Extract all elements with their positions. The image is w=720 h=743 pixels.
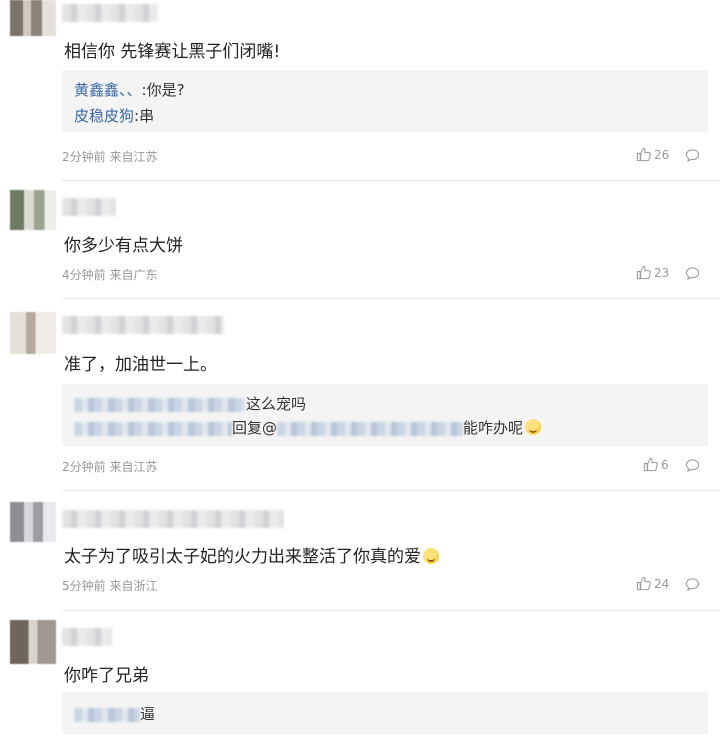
emoji-icon bbox=[423, 548, 439, 564]
divider bbox=[62, 180, 720, 181]
comment-text: 你多少有点大饼 bbox=[64, 236, 183, 256]
reply-line: 皮稳皮狗:串 bbox=[74, 105, 154, 126]
like-button[interactable]: 6 bbox=[643, 457, 669, 472]
reply-text: 逼 bbox=[140, 705, 156, 723]
comment-time: 4分钟前 bbox=[62, 268, 106, 282]
avatar[interactable] bbox=[10, 190, 56, 230]
like-button[interactable]: 26 bbox=[636, 147, 669, 162]
like-count: 23 bbox=[654, 266, 670, 280]
reply-line: 回复@ 能咋办呢 bbox=[74, 417, 542, 438]
mentioned-user-blurred[interactable] bbox=[277, 421, 464, 436]
reply-text: :串 bbox=[134, 107, 155, 125]
reply-line: 这么宠吗 bbox=[74, 393, 306, 414]
avatar[interactable] bbox=[10, 0, 56, 36]
reply-username[interactable]: 皮稳皮狗 bbox=[74, 107, 134, 125]
avatar[interactable] bbox=[10, 502, 56, 542]
like-count: 6 bbox=[661, 458, 669, 472]
username-blurred[interactable] bbox=[62, 510, 284, 528]
reply-line: 黄鑫鑫、、:你是? bbox=[74, 79, 185, 100]
divider bbox=[62, 490, 720, 491]
username-blurred[interactable] bbox=[62, 198, 116, 216]
thumbs-up-icon bbox=[643, 457, 658, 472]
comment-location: 来自广东 bbox=[109, 268, 158, 282]
comment-bubble-icon[interactable] bbox=[685, 577, 700, 592]
emoji-icon bbox=[525, 419, 542, 435]
comment-location: 来自江苏 bbox=[109, 460, 158, 474]
thumbs-up-icon bbox=[636, 147, 651, 162]
reply-box[interactable]: 这么宠吗 回复@ 能咋办呢 bbox=[62, 384, 708, 446]
username-blurred[interactable] bbox=[62, 316, 224, 334]
reply-text: 能咋办呢 bbox=[463, 419, 524, 437]
like-button[interactable]: 24 bbox=[636, 576, 669, 591]
comment-meta: 4分钟前 来自广东 bbox=[62, 266, 157, 283]
comment-meta: 5分钟前 来自浙江 bbox=[62, 577, 157, 594]
avatar[interactable] bbox=[10, 312, 56, 354]
comment-bubble-icon[interactable] bbox=[685, 458, 700, 473]
comment-time: 2分钟前 bbox=[62, 460, 106, 474]
reply-text: :你是? bbox=[141, 81, 185, 99]
comment-location: 来自江苏 bbox=[109, 150, 158, 164]
comment-item: 你咋了兄弟 逼 bbox=[0, 620, 720, 743]
comment-text: 你咋了兄弟 bbox=[64, 666, 149, 686]
username-blurred[interactable] bbox=[62, 628, 112, 646]
comment-location: 来自浙江 bbox=[109, 579, 158, 593]
like-count: 26 bbox=[654, 148, 670, 162]
divider bbox=[62, 610, 720, 611]
comment-item: 相信你 先锋赛让黑子们闭嘴! 黄鑫鑫、、:你是? 皮稳皮狗:串 2分钟前 来自江… bbox=[0, 0, 720, 180]
reply-username[interactable]: 黄鑫鑫、、 bbox=[74, 81, 142, 99]
comment-meta: 2分钟前 来自江苏 bbox=[62, 148, 157, 165]
thumbs-up-icon bbox=[636, 576, 651, 591]
reply-username-blurred[interactable] bbox=[74, 421, 232, 436]
divider bbox=[62, 298, 720, 299]
reply-text: 这么宠吗 bbox=[246, 395, 307, 413]
comment-text: 相信你 先锋赛让黑子们闭嘴! bbox=[64, 42, 281, 62]
like-button[interactable]: 23 bbox=[636, 265, 669, 280]
reply-prefix: 回复@ bbox=[232, 419, 278, 437]
comment-item: 太子为了吸引太子妃的火力出来整活了你真的爱 5分钟前 来自浙江 24 bbox=[0, 502, 720, 610]
comment-time: 5分钟前 bbox=[62, 579, 106, 593]
username-blurred[interactable] bbox=[62, 4, 158, 22]
comment-item: 你多少有点大饼 4分钟前 来自广东 23 bbox=[0, 190, 720, 298]
comment-text: 太子为了吸引太子妃的火力出来整活了你真的爱 bbox=[64, 542, 439, 567]
thumbs-up-icon bbox=[636, 265, 651, 280]
comment-text: 准了，加油世一上。 bbox=[64, 355, 217, 375]
reply-line: 逼 bbox=[74, 703, 155, 724]
reply-box[interactable]: 黄鑫鑫、、:你是? 皮稳皮狗:串 bbox=[62, 70, 708, 132]
reply-username-blurred[interactable] bbox=[74, 397, 246, 412]
comment-text-content: 太子为了吸引太子妃的火力出来整活了你真的爱 bbox=[64, 547, 421, 567]
reply-username-blurred[interactable] bbox=[74, 707, 140, 722]
comment-bubble-icon[interactable] bbox=[685, 266, 700, 281]
comment-bubble-icon[interactable] bbox=[685, 148, 700, 163]
avatar[interactable] bbox=[10, 620, 56, 664]
comment-item: 准了，加油世一上。 这么宠吗 回复@ 能咋办呢 2分钟前 来自江苏 6 bbox=[0, 310, 720, 490]
comment-time: 2分钟前 bbox=[62, 150, 106, 164]
like-count: 24 bbox=[654, 577, 670, 591]
comment-meta: 2分钟前 来自江苏 bbox=[62, 458, 157, 475]
reply-box[interactable]: 逼 bbox=[62, 692, 708, 734]
